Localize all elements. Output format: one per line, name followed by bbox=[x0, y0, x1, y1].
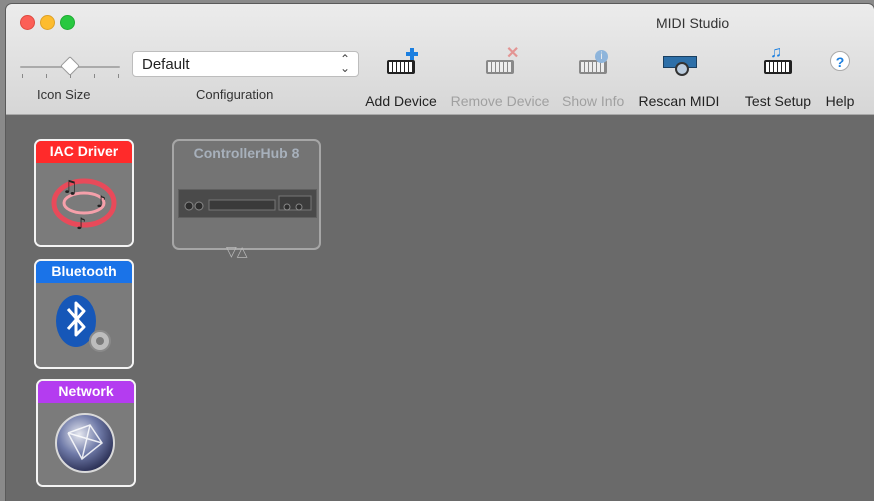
add-device-label: Add Device bbox=[365, 93, 437, 109]
minimize-button[interactable] bbox=[40, 15, 55, 30]
show-info-label: Show Info bbox=[562, 93, 625, 109]
device-network[interactable]: Network bbox=[36, 379, 136, 487]
device-name: IAC Driver bbox=[36, 141, 132, 163]
configuration-value: Default bbox=[142, 56, 190, 73]
svg-text:♪: ♪ bbox=[76, 214, 86, 233]
bluetooth-icon bbox=[56, 295, 111, 352]
icon-size-label: Icon Size bbox=[37, 87, 91, 102]
iac-driver-icon: ♫ ♪ ♪ bbox=[51, 177, 117, 233]
show-info-button[interactable]: i Show Info bbox=[562, 48, 624, 109]
device-controllerhub-8[interactable]: ControllerHub 8 ▽△ bbox=[172, 139, 321, 259]
test-setup-button[interactable]: ♫ Test Setup bbox=[739, 44, 817, 109]
close-button[interactable] bbox=[20, 15, 35, 30]
device-name: Network bbox=[38, 381, 134, 403]
configuration-select[interactable]: Default ⌃ ⌄ bbox=[132, 51, 359, 77]
show-info-icon: i bbox=[575, 48, 611, 78]
configuration-label: Configuration bbox=[196, 87, 274, 102]
device-canvas[interactable]: IAC Driver ♫ ♪ ♪ Bluetooth Network Contr… bbox=[6, 115, 874, 501]
help-icon: ? bbox=[822, 48, 858, 78]
controllerhub-panel-icon bbox=[178, 189, 317, 218]
chevron-up-down-icon: ⌃ ⌄ bbox=[339, 52, 350, 75]
device-bluetooth[interactable]: Bluetooth bbox=[34, 259, 134, 369]
slider-knob[interactable] bbox=[60, 56, 80, 76]
add-device-button[interactable]: Add Device bbox=[361, 48, 441, 109]
help-label: Help bbox=[825, 93, 855, 109]
device-name: Bluetooth bbox=[36, 261, 132, 283]
test-setup-icon: ♫ bbox=[760, 44, 796, 78]
midi-ports-icon[interactable]: ▽△ bbox=[226, 243, 248, 260]
network-globe-icon bbox=[55, 413, 115, 473]
device-iac-driver[interactable]: IAC Driver ♫ ♪ ♪ bbox=[34, 139, 134, 247]
toolbar: MIDI Studio Icon Size Default ⌃ ⌄ Configu… bbox=[6, 4, 874, 115]
add-device-icon bbox=[383, 48, 419, 78]
rescan-midi-icon bbox=[661, 48, 697, 78]
window-title: MIDI Studio bbox=[656, 15, 730, 31]
remove-device-icon: ✕ bbox=[482, 46, 519, 78]
svg-text:♫: ♫ bbox=[62, 177, 78, 198]
maximize-button[interactable] bbox=[60, 15, 75, 30]
remove-device-label: Remove Device bbox=[450, 93, 550, 109]
help-button[interactable]: ? Help bbox=[818, 48, 862, 109]
rescan-midi-button[interactable]: Rescan MIDI bbox=[630, 48, 728, 109]
device-name: ControllerHub 8 bbox=[193, 145, 300, 161]
remove-device-button[interactable]: ✕ Remove Device bbox=[443, 46, 557, 110]
midi-studio-window: MIDI Studio Icon Size Default ⌃ ⌄ Configu… bbox=[6, 4, 874, 501]
rescan-midi-label: Rescan MIDI bbox=[638, 93, 720, 109]
test-setup-label: Test Setup bbox=[744, 93, 812, 109]
svg-text:♪: ♪ bbox=[96, 192, 106, 211]
